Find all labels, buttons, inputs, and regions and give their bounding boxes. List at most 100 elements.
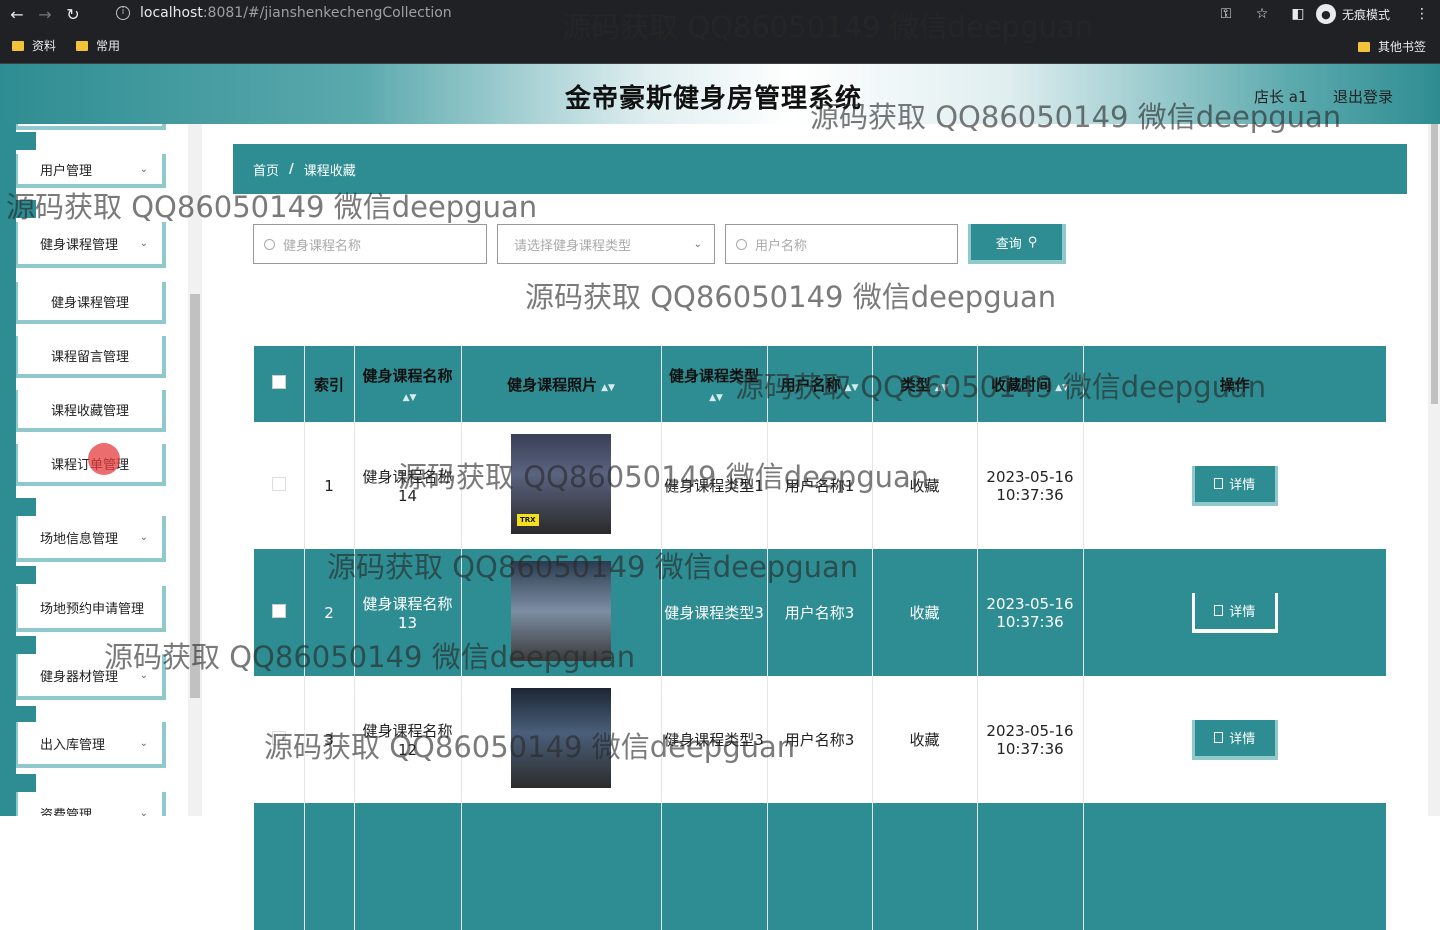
document-icon <box>1214 605 1224 616</box>
info-icon[interactable]: i <box>116 6 130 20</box>
row-checkbox-cell <box>254 676 305 803</box>
sidebar-subitem-label: 健身课程管理 <box>50 295 129 311</box>
cell-index: 1 <box>304 422 355 549</box>
favorites-table: 索引 健身课程名称 ▲▼ 健身课程照片 ▲▼ 健身课程类型▲▼ 用户名称 ▲▼ 类型 ▲… <box>254 346 1386 930</box>
incognito-icon: ● <box>1315 4 1336 24</box>
col-name[interactable]: 健身课程名称 ▲▼ <box>354 346 462 422</box>
sidebar-item-course-management[interactable]: 健身课程管理 ⌄ <box>16 222 166 268</box>
course-type-placeholder: 请选择健身课程类型 <box>514 238 632 254</box>
sidepanel-icon[interactable]: ◧ <box>1288 4 1308 24</box>
sidebar-item-label: 用户管理 <box>40 163 93 179</box>
query-button-label: 查询 <box>995 236 1022 252</box>
sort-icon[interactable]: ▲▼ <box>709 393 723 403</box>
star-icon[interactable]: ☆ <box>1252 4 1272 24</box>
cell-time: 2023-05-16 10:37:36 <box>977 549 1084 676</box>
sidebar-subitem-course-management[interactable]: 健身课程管理 <box>16 282 166 324</box>
sidebar-notch <box>16 498 36 516</box>
user-name-input[interactable]: 用户名称 <box>725 224 958 264</box>
select-all-checkbox[interactable] <box>271 375 286 389</box>
detail-button[interactable]: 详情 <box>1191 465 1278 506</box>
sidebar-item-inventory[interactable]: 出入库管理 ⌄ <box>16 722 166 768</box>
logout-link[interactable]: 退出登录 <box>1333 86 1393 107</box>
course-name-input[interactable]: 健身课程名称 <box>253 224 487 264</box>
row-partial-cell <box>661 803 768 930</box>
search-icon <box>264 238 275 250</box>
sort-icon[interactable]: ▲▼ <box>935 383 949 393</box>
cell-index: 2 <box>304 549 355 676</box>
sidebar-item-venue-booking[interactable]: 场地预约申请管理 <box>16 586 166 632</box>
row-partial-cell <box>977 803 1084 930</box>
cell-user: 用户名称1 <box>767 422 873 549</box>
col-label: 类型 <box>900 375 931 394</box>
col-index[interactable]: 索引 <box>304 346 355 422</box>
main-scrollbar-thumb[interactable] <box>1431 124 1438 404</box>
cell-type: 健身课程类型3 <box>661 549 768 676</box>
course-photo[interactable] <box>511 560 611 661</box>
sort-icon[interactable]: ▲▼ <box>1055 383 1069 393</box>
sidebar-scrollbar-thumb[interactable] <box>190 294 200 698</box>
menu-dots-icon[interactable]: ⋮ <box>1412 4 1432 24</box>
col-photo[interactable]: 健身课程照片 ▲▼ <box>461 346 662 422</box>
cell-action: 详情 <box>1083 549 1386 676</box>
cell-photo <box>461 676 662 803</box>
query-button[interactable]: 查询 ⚲ <box>968 224 1066 264</box>
sidebar-item-equipment[interactable]: 健身器材管理 ⌄ <box>16 654 166 700</box>
sidebar-item-user-management[interactable]: 用户管理 ⌄ <box>16 154 166 188</box>
col-user[interactable]: 用户名称 ▲▼ <box>767 346 873 422</box>
incognito-badge[interactable]: ● 无痕模式 <box>1315 4 1390 24</box>
detail-button[interactable]: 详情 <box>1191 719 1278 760</box>
other-bookmarks[interactable]: 其他书签 <box>1357 38 1426 55</box>
row-checkbox[interactable] <box>271 603 286 618</box>
sidebar-item-venue-info[interactable]: 场地信息管理 ⌄ <box>16 516 166 562</box>
main-content: 首页 / 课程收藏 健身课程名称 请选择健身课程类型 ⌄ 用户名称 查询 ⚲ 索… <box>202 124 1428 930</box>
breadcrumb-home[interactable]: 首页 <box>253 160 279 179</box>
detail-button[interactable]: 详情 <box>1191 592 1278 633</box>
photo-tag: TRX <box>517 513 539 526</box>
sidebar-item-label: 场地信息管理 <box>40 531 119 547</box>
chevron-down-icon: ⌄ <box>139 163 148 175</box>
key-icon[interactable]: ⚿ <box>1216 4 1236 24</box>
document-icon <box>1214 732 1224 743</box>
cell-kind: 收藏 <box>872 422 978 549</box>
sort-icon[interactable]: ▲▼ <box>403 393 417 403</box>
folder-icon <box>1357 41 1370 52</box>
col-type[interactable]: 健身课程类型 ▲▼ <box>661 346 768 422</box>
sidebar-subitem-course-favorites[interactable]: 课程收藏管理 <box>16 390 166 432</box>
row-checkbox[interactable] <box>271 730 286 745</box>
col-label: 索引 <box>313 375 344 394</box>
row-checkbox[interactable] <box>271 476 286 491</box>
sidebar-item-fees[interactable]: 资费管理 ⌄ <box>16 792 166 816</box>
folder-icon <box>12 40 24 51</box>
back-icon[interactable]: ← <box>6 3 28 25</box>
reload-icon[interactable]: ↻ <box>62 3 84 25</box>
url-path: :8081/#/jianshenkechengCollection <box>202 5 452 21</box>
sidebar-item-previous[interactable] <box>16 124 166 130</box>
bookmark-folder[interactable]: 常用 <box>76 37 120 54</box>
table-row: 1 健身课程名称14 TRX 健身课程类型1 用户名称1 收藏 2023-05-… <box>254 422 1386 549</box>
col-action: 操作 <box>1083 346 1386 422</box>
address-bar[interactable]: i localhost:8081/#/jianshenkechengCollec… <box>106 2 1296 24</box>
app-title: 金帝豪斯健身房管理系统 <box>565 84 863 114</box>
breadcrumb-separator: / <box>289 161 294 177</box>
row-partial-cell <box>254 803 305 930</box>
sort-icon[interactable]: ▲▼ <box>845 383 859 393</box>
sidebar-subitem-course-messages[interactable]: 课程留言管理 <box>16 336 166 378</box>
bookmark-folder[interactable]: 资料 <box>12 37 56 54</box>
col-time[interactable]: 收藏时间 ▲▼ <box>977 346 1084 422</box>
course-photo[interactable] <box>511 687 611 788</box>
row-checkbox-cell <box>254 422 305 549</box>
detail-button-label: 详情 <box>1229 732 1256 747</box>
forward-icon[interactable]: → <box>34 3 56 25</box>
row-partial-cell <box>872 803 978 930</box>
cell-index: 3 <box>304 676 355 803</box>
sidebar-notch <box>16 566 36 584</box>
col-kind[interactable]: 类型 ▲▼ <box>872 346 978 422</box>
sidebar-notch <box>16 636 36 654</box>
cell-name: 健身课程名称14 <box>354 422 462 549</box>
course-photo[interactable]: TRX <box>511 433 611 534</box>
col-label: 健身课程名称 <box>362 366 453 385</box>
table-row: 2 健身课程名称13 健身课程类型3 用户名称3 收藏 2023-05-16 1… <box>254 549 1386 676</box>
cell-time: 2023-05-16 10:37:36 <box>977 676 1084 803</box>
course-type-select[interactable]: 请选择健身课程类型 ⌄ <box>497 224 715 264</box>
sort-icon[interactable]: ▲▼ <box>601 383 615 393</box>
